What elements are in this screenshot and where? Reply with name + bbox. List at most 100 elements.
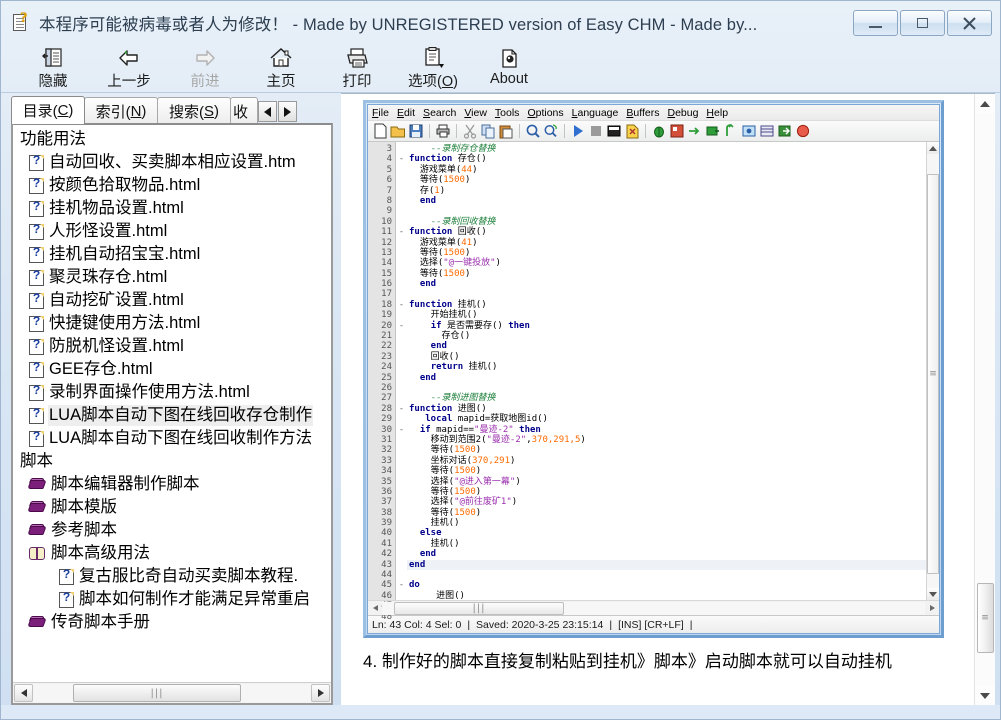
tree-item[interactable]: 自动回收、买卖脚本相应设置.htm xyxy=(17,151,331,174)
editor-menu-item[interactable]: Debug xyxy=(667,107,698,119)
fold-marker[interactable] xyxy=(396,362,407,372)
minimize-button[interactable] xyxy=(853,10,898,36)
toolbar-home-button[interactable]: 主页 xyxy=(243,45,319,91)
toolbar-options-button[interactable]: 选项(O) xyxy=(395,45,471,91)
fold-marker[interactable] xyxy=(396,383,407,393)
run-icon[interactable] xyxy=(570,123,586,139)
tab-scroll-right-button[interactable] xyxy=(278,101,297,122)
fold-marker[interactable] xyxy=(396,456,407,466)
content-scroll-down-button[interactable] xyxy=(976,686,995,705)
paste-icon[interactable] xyxy=(498,123,514,139)
editor-menu-item[interactable]: Options xyxy=(527,107,563,119)
editor-menu-item[interactable]: View xyxy=(464,107,487,119)
watch-icon[interactable] xyxy=(741,123,757,139)
step-over-icon[interactable] xyxy=(687,123,703,139)
fold-marker[interactable] xyxy=(396,310,407,320)
tree-item[interactable]: 挂机物品设置.html xyxy=(17,197,331,220)
memory-icon[interactable] xyxy=(759,123,775,139)
tree-item[interactable]: 聚灵珠存仓.html xyxy=(17,266,331,289)
fold-marker[interactable]: - xyxy=(396,154,407,164)
editor-scroll-up-button[interactable] xyxy=(927,142,939,154)
tab-contents[interactable]: 目录(C) xyxy=(11,96,85,124)
fold-marker[interactable] xyxy=(396,331,407,341)
editor-hscroll-thumb[interactable]: ||| xyxy=(394,601,564,615)
editor-menu-item[interactable]: Buffers xyxy=(626,107,659,119)
tree-item[interactable]: 功能用法 xyxy=(17,128,331,151)
tree-item[interactable]: 快捷键使用方法.html xyxy=(17,312,331,335)
toolbar-forward-button[interactable]: 前进 xyxy=(167,45,243,91)
fold-marker[interactable] xyxy=(396,269,407,279)
fold-marker[interactable] xyxy=(396,477,407,487)
fold-marker[interactable] xyxy=(396,258,407,268)
tree-item[interactable]: 防脱机怪设置.html xyxy=(17,335,331,358)
fold-marker[interactable] xyxy=(396,445,407,455)
editor-horizontal-scrollbar[interactable]: ||| xyxy=(368,600,939,615)
cut-icon[interactable] xyxy=(462,123,478,139)
fold-marker[interactable] xyxy=(396,186,407,196)
fold-marker[interactable] xyxy=(396,206,407,216)
content-vertical-scrollbar[interactable]: ≡ xyxy=(974,94,995,705)
open-folder-icon[interactable] xyxy=(390,123,406,139)
editor-text[interactable]: --录制存仓替换 function 存仓() 游戏菜单(44) 等待(1500) … xyxy=(407,142,926,600)
fold-marker[interactable]: - xyxy=(396,425,407,435)
content-vscroll-thumb[interactable]: ≡ xyxy=(976,583,994,653)
print-icon[interactable] xyxy=(435,123,451,139)
tree-item[interactable]: LUA脚本自动下图在线回收存仓制作 xyxy=(17,404,331,427)
breakpoint-icon[interactable] xyxy=(669,123,685,139)
toolbar-hide-button[interactable]: 隐藏 xyxy=(15,45,91,91)
editor-scroll-right-button[interactable] xyxy=(925,602,939,615)
editor-menu-item[interactable]: Search xyxy=(423,107,456,119)
editor-menu-item[interactable]: Help xyxy=(706,107,728,119)
fold-marker[interactable] xyxy=(396,238,407,248)
fold-marker[interactable] xyxy=(396,570,407,580)
fold-marker[interactable] xyxy=(396,289,407,299)
fold-marker[interactable] xyxy=(396,144,407,154)
toolbar-print-button[interactable]: 打印 xyxy=(319,45,395,91)
editor-menu-item[interactable]: Edit xyxy=(397,107,415,119)
tree-item[interactable]: 人形怪设置.html xyxy=(17,220,331,243)
fold-marker[interactable] xyxy=(396,248,407,258)
editor-menu-item[interactable]: Language xyxy=(572,107,619,119)
fold-marker[interactable] xyxy=(396,539,407,549)
maximize-button[interactable] xyxy=(900,10,945,36)
fold-marker[interactable] xyxy=(396,279,407,289)
tree-item[interactable]: GEE存仓.html xyxy=(17,358,331,381)
tree-item[interactable]: 按颜色拾取物品.html xyxy=(17,174,331,197)
fold-marker[interactable] xyxy=(396,487,407,497)
tree-item[interactable]: 复古服比奇自动买卖脚本教程. xyxy=(17,565,331,588)
fold-marker[interactable] xyxy=(396,591,407,601)
tree-item[interactable]: 自动挖矿设置.html xyxy=(17,289,331,312)
fold-marker[interactable] xyxy=(396,175,407,185)
copy-icon[interactable] xyxy=(480,123,496,139)
tree-item[interactable]: 传奇脚本手册 xyxy=(17,611,331,634)
step-into-icon[interactable] xyxy=(705,123,721,139)
fold-marker[interactable] xyxy=(396,497,407,507)
fold-marker[interactable] xyxy=(396,435,407,445)
save-icon[interactable] xyxy=(408,123,424,139)
contents-tree-scroll[interactable]: 功能用法自动回收、买卖脚本相应设置.htm 按颜色拾取物品.html 挂机物品设置.… xyxy=(13,125,331,682)
tree-item[interactable]: 脚本如何制作才能满足异常重启 xyxy=(17,588,331,611)
fold-marker[interactable] xyxy=(396,352,407,362)
new-file-icon[interactable] xyxy=(372,123,388,139)
fold-marker[interactable] xyxy=(396,549,407,559)
fold-marker[interactable] xyxy=(396,466,407,476)
editor-vscroll-thumb[interactable]: ≡ xyxy=(927,174,939,574)
tree-item[interactable]: LUA脚本自动下图在线回收制作方法 xyxy=(17,427,331,450)
editor-hscroll-track[interactable]: ||| xyxy=(382,601,925,615)
tree-item[interactable]: 参考脚本 xyxy=(17,519,331,542)
export-icon[interactable] xyxy=(777,123,793,139)
tree-hscroll-track[interactable]: ||| xyxy=(33,684,311,702)
fold-marker[interactable] xyxy=(396,165,407,175)
tree-scroll-right-button[interactable] xyxy=(311,684,330,702)
editor-code-area[interactable]: 3 4 5 6 7 8 9 10 11 12 13 14 15 16 17 18 19 20 21 22 23 24 25 2… xyxy=(368,142,939,622)
fold-marker[interactable] xyxy=(396,560,407,570)
fold-marker[interactable] xyxy=(396,217,407,227)
tree-item[interactable]: 挂机自动招宝宝.html xyxy=(17,243,331,266)
tree-hscroll-thumb[interactable]: ||| xyxy=(73,684,241,702)
tree-item[interactable]: 脚本高级用法 xyxy=(17,542,331,565)
editor-fold-margin[interactable]: - - - - - - - xyxy=(396,142,407,600)
stop-icon[interactable] xyxy=(588,123,604,139)
editor-menu-item[interactable]: File xyxy=(372,107,389,119)
editor-menu-item[interactable]: Tools xyxy=(495,107,520,119)
content-scroll-up-button[interactable] xyxy=(976,94,995,113)
